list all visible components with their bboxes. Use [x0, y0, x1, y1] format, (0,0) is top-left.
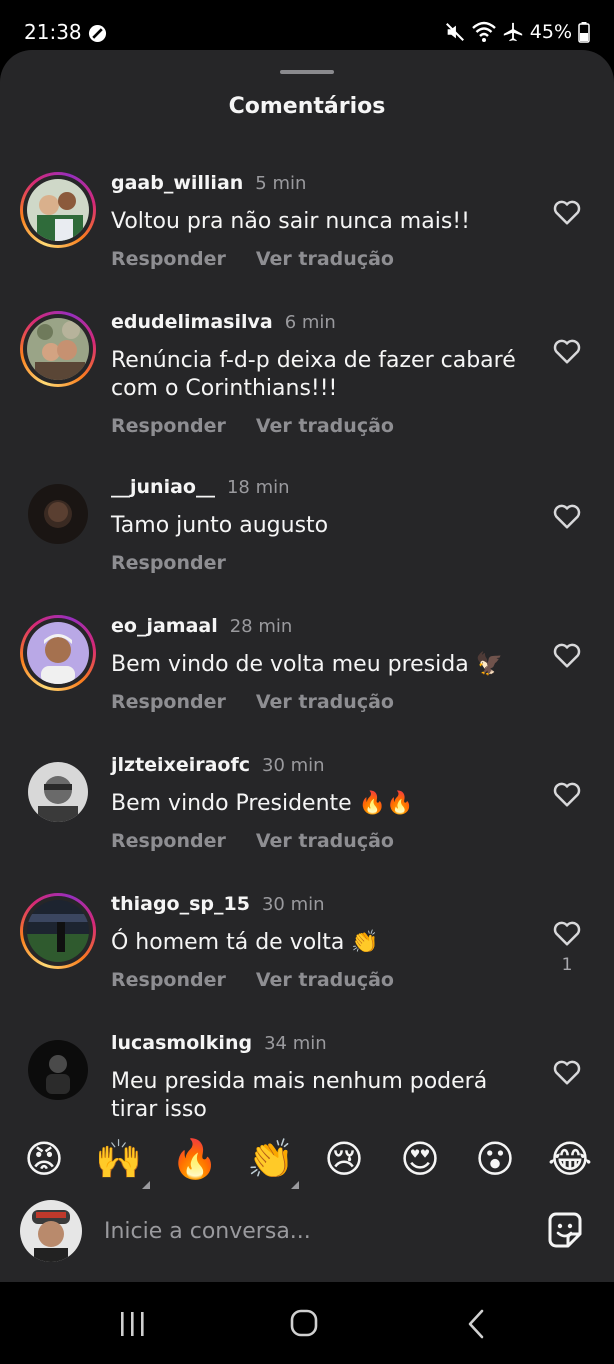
status-icons: 45% — [444, 20, 590, 44]
heart-icon[interactable] — [552, 198, 582, 226]
reply-button[interactable]: Responder — [111, 691, 226, 713]
comment-username[interactable]: edudelimasilva — [111, 311, 273, 333]
avatar-image — [27, 318, 89, 380]
muted-icon — [445, 23, 464, 41]
emoji-heart-eyes[interactable]: 😍 — [396, 1135, 444, 1183]
reply-button[interactable]: Responder — [111, 552, 226, 574]
sticker-icon[interactable] — [544, 1210, 586, 1252]
comment-username[interactable]: gaab_willian — [111, 172, 243, 194]
comment-username[interactable]: eo_jamaal — [111, 615, 218, 637]
comment-text: Bem vindo de volta meu presida 🦅 — [111, 652, 504, 677]
see-translation-button[interactable]: Ver tradução — [256, 691, 394, 713]
avatar-image — [28, 1040, 88, 1100]
comment-body: lucasmolking 34 min Meu presida mais nen… — [111, 1032, 531, 1124]
wifi-icon — [471, 21, 496, 42]
comment-time: 6 min — [284, 312, 336, 333]
comment-time: 30 min — [261, 894, 325, 915]
avatar-image — [27, 179, 89, 241]
emoji-clap[interactable]: 👏 — [247, 1135, 295, 1183]
home-icon[interactable] — [284, 1306, 324, 1342]
comment-username[interactable]: __juniao__ — [111, 476, 215, 498]
heart-icon[interactable] — [552, 1058, 582, 1086]
sheet-title: Comentários — [228, 94, 386, 119]
avatar[interactable] — [20, 311, 96, 387]
do-not-disturb-icon — [88, 24, 107, 43]
emoji-angry[interactable]: 😡 — [20, 1135, 68, 1183]
comment-time: 34 min — [264, 1033, 327, 1054]
like-count: 1 — [561, 955, 573, 975]
emoji-laughing[interactable]: 😂 — [546, 1135, 594, 1183]
back-icon[interactable] — [456, 1306, 496, 1342]
comment-body: jlzteixeiraofc 30 min Bem vindo Presiden… — [111, 754, 531, 852]
avatar[interactable] — [20, 754, 96, 830]
see-translation-button[interactable]: Ver tradução — [256, 415, 394, 437]
comment-text: Ó homem tá de volta 👏 — [111, 930, 379, 955]
comment-username[interactable]: thiago_sp_15 — [111, 893, 250, 915]
recents-icon[interactable] — [112, 1306, 152, 1342]
emoji-reaction-bar: 😡 🙌 🔥 👏 😢 😍 😮 😂 — [0, 1135, 614, 1191]
comment-composer — [0, 1196, 614, 1266]
comment-time: 30 min — [262, 755, 325, 776]
comment-username[interactable]: lucasmolking — [111, 1032, 252, 1054]
comment-time: 5 min — [255, 173, 307, 194]
heart-icon[interactable] — [552, 641, 582, 669]
see-translation-button[interactable]: Ver tradução — [256, 830, 394, 852]
comment-text: Renúncia f-d-p deixa de fazer cabaré com… — [111, 348, 516, 401]
avatar[interactable] — [20, 1032, 96, 1108]
comment-text: Meu presida mais nenhum poderá tirar iss… — [111, 1069, 488, 1122]
battery-percent: 45% — [529, 21, 572, 43]
emoji-raised-hands[interactable]: 🙌 — [95, 1135, 143, 1183]
reply-button[interactable]: Responder — [111, 248, 226, 270]
status-time: 21:38 — [24, 20, 82, 44]
comment-input[interactable] — [104, 1214, 524, 1248]
system-navigation-bar — [0, 1282, 614, 1364]
heart-icon[interactable] — [552, 780, 582, 808]
emoji-surprised[interactable]: 😮 — [471, 1135, 519, 1183]
comment-body: __juniao__ 18 min Tamo junto augusto Res… — [111, 476, 531, 574]
comments-sheet: Comentários gaab_willian 5 min Voltou pr… — [0, 50, 614, 1282]
sheet-drag-handle[interactable] — [280, 70, 334, 74]
comment-body: eo_jamaal 28 min Bem vindo de volta meu … — [111, 615, 531, 713]
reply-button[interactable]: Responder — [111, 969, 226, 991]
comment-time: 28 min — [229, 616, 293, 637]
avatar-image — [27, 900, 89, 962]
comment-body: gaab_willian 5 min Voltou pra não sair n… — [111, 172, 531, 270]
avatar — [20, 1200, 82, 1262]
comment-text: Voltou pra não sair nunca mais!! — [111, 209, 470, 234]
avatar-image — [28, 762, 88, 822]
heart-icon[interactable] — [552, 502, 582, 530]
see-translation-button[interactable]: Ver tradução — [256, 969, 394, 991]
avatar[interactable] — [20, 172, 96, 248]
comment-text: Bem vindo Presidente 🔥🔥 — [111, 791, 414, 816]
skin-tone-caret-icon — [142, 1181, 150, 1189]
see-translation-button[interactable]: Ver tradução — [256, 248, 394, 270]
comment-time: 18 min — [226, 477, 290, 498]
avatar[interactable] — [20, 476, 96, 552]
comment-body: edudelimasilva 6 min Renúncia f-d-p deix… — [111, 311, 531, 437]
avatar[interactable] — [20, 893, 96, 969]
battery-icon — [578, 22, 590, 43]
comment-username[interactable]: jlzteixeiraofc — [111, 754, 250, 776]
skin-tone-caret-icon — [291, 1181, 299, 1189]
reply-button[interactable]: Responder — [111, 415, 226, 437]
comment-body: thiago_sp_15 30 min Ó homem tá de volta … — [111, 893, 531, 991]
avatar[interactable] — [20, 615, 96, 691]
comment-text: Tamo junto augusto — [111, 513, 329, 538]
emoji-crying[interactable]: 😢 — [320, 1135, 368, 1183]
reply-button[interactable]: Responder — [111, 830, 226, 852]
heart-icon[interactable] — [552, 919, 582, 947]
heart-icon[interactable] — [552, 337, 582, 365]
avatar-image — [28, 484, 88, 544]
emoji-fire[interactable]: 🔥 — [171, 1135, 219, 1183]
avatar-image — [27, 622, 89, 684]
airplane-icon — [503, 22, 522, 42]
